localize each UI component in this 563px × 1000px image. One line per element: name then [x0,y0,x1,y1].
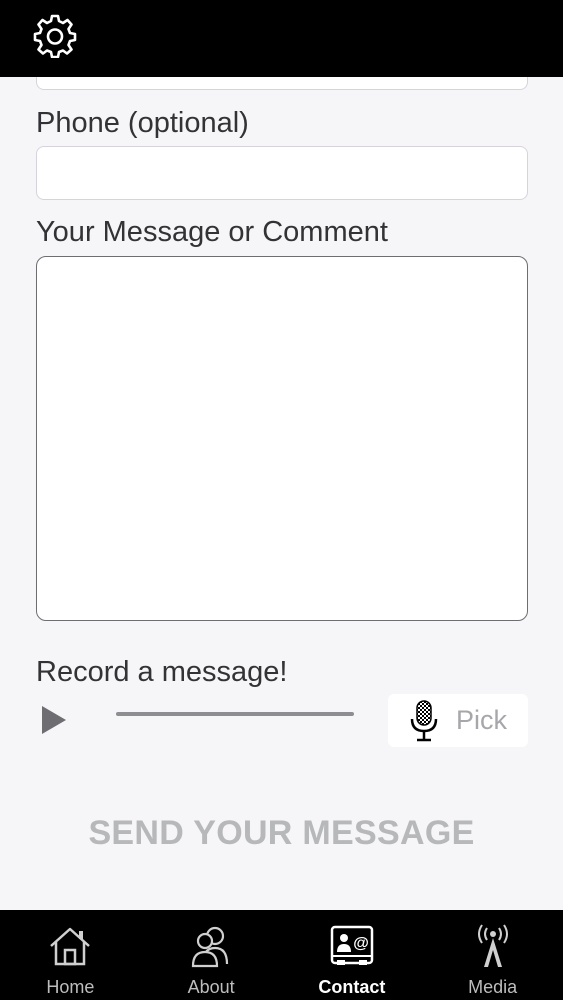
tab-contact[interactable]: @ Contact [282,910,423,1000]
microphone-icon [410,699,438,741]
tab-about-label: About [187,977,235,997]
recording-progress-slider[interactable] [116,712,354,716]
svg-text:@: @ [353,935,369,952]
send-message-button[interactable]: SEND YOUR MESSAGE [0,814,563,853]
tab-home[interactable]: Home [0,910,141,1000]
people-icon [192,926,229,968]
contact-card-icon: @ [330,925,374,965]
tab-media[interactable]: Media [422,910,563,1000]
bottom-tab-bar: Home About @ Contact Media [0,910,563,1000]
record-label: Record a message! [36,656,288,688]
pick-label: Pick [456,705,508,735]
contact-form: Phone (optional) Your Message or Comment… [0,77,563,910]
settings-button[interactable] [30,12,80,58]
message-label: Your Message or Comment [36,216,388,248]
top-bar [0,0,563,77]
phone-label: Phone (optional) [36,107,249,139]
tab-about[interactable]: About [141,910,282,1000]
play-button[interactable] [38,703,72,737]
pick-button[interactable]: Pick [388,694,528,747]
play-icon [42,706,66,734]
gear-icon [33,14,77,58]
tab-media-label: Media [468,977,518,997]
phone-input[interactable] [36,146,528,200]
home-icon [50,927,91,966]
tab-contact-label: Contact [318,977,386,997]
previous-input-field[interactable] [36,77,528,90]
broadcast-tower-icon [477,924,508,967]
tab-home-label: Home [46,977,95,997]
message-textarea[interactable] [36,256,528,621]
